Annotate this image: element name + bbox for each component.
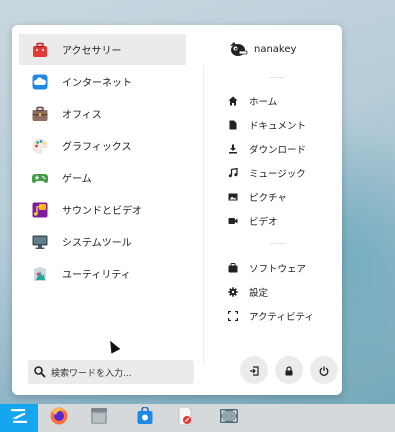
firefox-icon — [49, 406, 69, 430]
category-label: ユーティリティ — [62, 270, 131, 281]
system-label: ソフトウェア — [249, 264, 307, 275]
place-label: ピクチャ — [249, 193, 287, 204]
zorin-menu-icon — [9, 408, 29, 428]
video-icon — [228, 216, 238, 226]
avatar — [228, 39, 248, 59]
user-account[interactable]: nanakey — [228, 39, 296, 59]
category-accessories[interactable]: アクセサリー — [19, 34, 186, 65]
place-label: ホーム — [249, 97, 278, 108]
text-editor-icon — [176, 406, 194, 430]
sound-video-icon — [32, 202, 48, 218]
graphics-icon — [32, 138, 48, 154]
taskbar-screenshot[interactable] — [210, 404, 248, 432]
system-activity[interactable]: アクティビティ — [227, 307, 314, 325]
category-label: ゲーム — [62, 174, 92, 185]
category-label: システムツール — [62, 238, 132, 249]
system-label: アクティビティ — [249, 312, 314, 323]
search-field[interactable]: 検索ワードを入力... — [28, 360, 194, 384]
category-sound-video[interactable]: サウンドとビデオ — [19, 194, 186, 225]
category-label: インターネット — [62, 78, 132, 89]
user-name: nanakey — [254, 43, 297, 55]
category-label: グラフィックス — [62, 142, 132, 153]
system-label: 設定 — [249, 288, 269, 299]
category-internet[interactable]: インターネット — [19, 66, 186, 97]
separator — [269, 243, 285, 244]
document-icon — [228, 120, 238, 130]
search-input[interactable]: 検索ワードを入力... — [51, 366, 132, 379]
lock-icon — [284, 361, 294, 380]
utilities-icon — [32, 266, 48, 282]
download-icon — [228, 144, 238, 154]
panel-divider — [203, 65, 204, 365]
power-icon — [319, 361, 329, 380]
activity-icon — [227, 310, 239, 322]
category-utilities[interactable]: ユーティリティ — [19, 258, 186, 289]
power-button[interactable] — [310, 356, 338, 384]
category-label: アクセサリー — [62, 46, 122, 57]
taskbar-text-editor[interactable] — [166, 404, 204, 432]
picture-icon — [228, 192, 238, 202]
search-icon — [33, 365, 47, 379]
office-icon — [32, 106, 48, 122]
place-documents[interactable]: ドキュメント — [228, 116, 306, 134]
system-software[interactable]: ソフトウェア — [228, 259, 306, 277]
software-store-icon — [136, 406, 154, 429]
lock-button[interactable] — [275, 356, 303, 384]
accessories-icon — [32, 42, 48, 58]
logout-icon — [249, 361, 259, 380]
category-system-tools[interactable]: システムツール — [19, 226, 186, 257]
taskbar — [0, 404, 395, 432]
place-pictures[interactable]: ピクチャ — [228, 188, 287, 206]
category-graphics[interactable]: グラフィックス — [19, 130, 186, 161]
places-panel: nanakey ホーム ドキュメント ダウンロード ミュージック ピクチャ ビデ… — [212, 25, 342, 395]
internet-icon — [32, 74, 48, 90]
taskbar-files[interactable] — [80, 404, 118, 432]
place-downloads[interactable]: ダウンロード — [228, 140, 306, 158]
app-menu: アクセサリー インターネット オフィス グラフィックス ゲーム サウンドとビデオ… — [12, 25, 342, 395]
settings-icon — [228, 287, 238, 297]
category-office[interactable]: オフィス — [19, 98, 186, 129]
taskbar-firefox[interactable] — [40, 404, 78, 432]
games-icon — [32, 170, 48, 186]
place-label: ミュージック — [249, 169, 306, 180]
home-icon — [228, 96, 238, 106]
place-music[interactable]: ミュージック — [228, 164, 306, 182]
place-label: ビデオ — [249, 217, 278, 228]
place-home[interactable]: ホーム — [228, 92, 277, 110]
place-label: ダウンロード — [249, 145, 307, 156]
screenshot-icon — [219, 408, 239, 428]
place-videos[interactable]: ビデオ — [228, 212, 278, 230]
system-tools-icon — [32, 234, 48, 250]
logout-button[interactable] — [240, 356, 268, 384]
software-icon — [228, 263, 238, 273]
files-icon — [89, 407, 109, 429]
taskbar-software[interactable] — [126, 404, 164, 432]
category-games[interactable]: ゲーム — [19, 162, 186, 193]
music-icon — [228, 167, 238, 178]
system-settings[interactable]: 設定 — [228, 283, 268, 301]
category-panel: アクセサリー インターネット オフィス グラフィックス ゲーム サウンドとビデオ… — [12, 25, 199, 395]
separator — [269, 77, 285, 78]
category-label: サウンドとビデオ — [62, 206, 142, 217]
zorin-menu-button[interactable] — [0, 404, 38, 432]
category-label: オフィス — [62, 110, 102, 121]
place-label: ドキュメント — [249, 121, 307, 132]
